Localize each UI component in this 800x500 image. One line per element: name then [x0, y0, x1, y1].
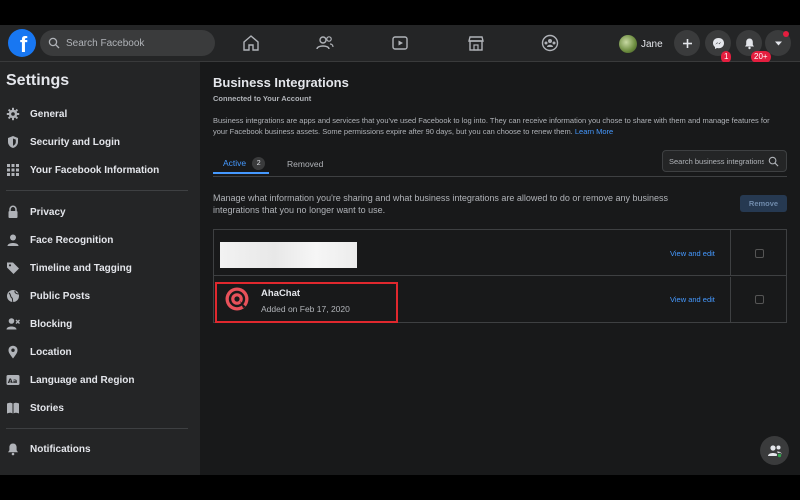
tab-active[interactable]: Active 2 [213, 154, 269, 174]
svg-text:Aa: Aa [8, 377, 17, 385]
sidebar-divider [6, 428, 188, 429]
grid-icon [6, 163, 20, 177]
sidebar-item-label: Language and Region [30, 374, 135, 386]
view-and-edit-link[interactable]: View and edit [670, 295, 715, 304]
search-icon [768, 156, 779, 166]
sidebar-item-label: Privacy [30, 206, 66, 218]
description-text: Business integrations are apps and servi… [213, 116, 770, 136]
plus-icon [682, 38, 692, 48]
settings-sidebar: Settings General Security and Login Your… [0, 62, 200, 475]
table-row: View and edit [214, 230, 786, 276]
messenger-icon [712, 37, 724, 49]
tab-divider [213, 176, 787, 177]
column-divider [730, 277, 731, 323]
friends-icon[interactable] [315, 33, 335, 53]
sidebar-item-security[interactable]: Security and Login [6, 131, 194, 153]
sidebar-item-label: Blocking [30, 318, 73, 330]
face-icon [6, 233, 20, 247]
sidebar-divider [6, 190, 188, 191]
sidebar-item-public-posts[interactable]: Public Posts [6, 285, 194, 307]
row-checkbox[interactable] [755, 295, 764, 304]
sidebar-item-stories[interactable]: Stories [6, 397, 194, 419]
sidebar-item-label: Notifications [30, 443, 91, 455]
tab-active-label: Active [223, 158, 247, 168]
view-and-edit-link[interactable]: View and edit [670, 249, 715, 258]
facebook-logo[interactable]: f [8, 29, 36, 57]
sidebar-item-label: Public Posts [30, 290, 91, 302]
status-dot [783, 31, 789, 37]
groups-icon[interactable] [540, 33, 560, 53]
search-input[interactable] [66, 37, 206, 49]
contacts-icon [767, 444, 782, 458]
bell-icon [744, 38, 754, 49]
gear-icon [6, 107, 20, 121]
sidebar-item-your-information[interactable]: Your Facebook Information [6, 159, 194, 181]
highlight-box [215, 282, 398, 323]
avatar [619, 35, 637, 53]
integration-search-input[interactable] [669, 156, 764, 166]
sidebar-item-label: General [30, 108, 68, 120]
letterbox-top [0, 0, 800, 25]
top-navigation-bar: f Jane 1 20+ [0, 25, 800, 63]
language-icon: Aa [6, 373, 20, 387]
remove-button[interactable]: Remove [740, 195, 787, 212]
page-subtitle: Connected to Your Account [213, 94, 312, 103]
search-icon [48, 37, 60, 49]
sidebar-item-label: Face Recognition [30, 234, 114, 246]
chevron-down-icon [774, 41, 782, 45]
learn-more-link[interactable]: Learn More [575, 127, 613, 136]
sidebar-item-general[interactable]: General [6, 103, 194, 125]
sidebar-item-blocking[interactable]: Blocking [6, 313, 194, 335]
row-checkbox[interactable] [755, 249, 764, 258]
marketplace-icon[interactable] [466, 33, 486, 53]
profile-button[interactable]: Jane [619, 33, 663, 55]
sidebar-item-label: Your Facebook Information [30, 164, 160, 176]
block-user-icon [6, 317, 20, 331]
letterbox-bottom [0, 475, 800, 500]
business-integrations-panel: Business Integrations Connected to Your … [200, 62, 800, 475]
sidebar-item-face-recognition[interactable]: Face Recognition [6, 229, 194, 251]
shield-icon [6, 135, 20, 149]
page-title: Business Integrations [213, 75, 349, 90]
integration-search[interactable] [662, 150, 787, 172]
tag-icon [6, 261, 20, 275]
lock-icon [6, 205, 20, 219]
sidebar-item-label: Security and Login [30, 136, 121, 148]
sidebar-item-notifications[interactable]: Notifications [6, 438, 194, 460]
location-pin-icon [6, 345, 20, 359]
new-message-button[interactable] [760, 436, 789, 465]
tab-active-count: 2 [252, 156, 266, 170]
sidebar-item-label: Location [30, 346, 72, 358]
profile-name: Jane [641, 38, 663, 50]
create-button[interactable] [674, 30, 700, 56]
page-description: Business integrations are apps and servi… [213, 115, 773, 137]
logo-letter: f [19, 32, 28, 57]
home-icon[interactable] [241, 33, 261, 53]
sidebar-item-timeline-tagging[interactable]: Timeline and Tagging [6, 257, 194, 279]
sidebar-item-location[interactable]: Location [6, 341, 194, 363]
redacted-integration-name [220, 242, 357, 268]
sidebar-item-language-region[interactable]: Aa Language and Region [6, 369, 194, 391]
sidebar-item-privacy[interactable]: Privacy [6, 201, 194, 223]
tab-removed[interactable]: Removed [287, 154, 323, 174]
watch-video-icon[interactable] [390, 33, 410, 53]
book-icon [6, 401, 20, 415]
global-search[interactable] [40, 30, 215, 56]
sidebar-item-label: Timeline and Tagging [30, 262, 132, 274]
column-divider [730, 230, 731, 276]
manage-instructions: Manage what information you're sharing a… [213, 193, 668, 215]
bell-icon [6, 442, 20, 456]
sidebar-item-label: Stories [30, 402, 64, 414]
globe-icon [6, 289, 20, 303]
sidebar-title: Settings [6, 72, 70, 89]
